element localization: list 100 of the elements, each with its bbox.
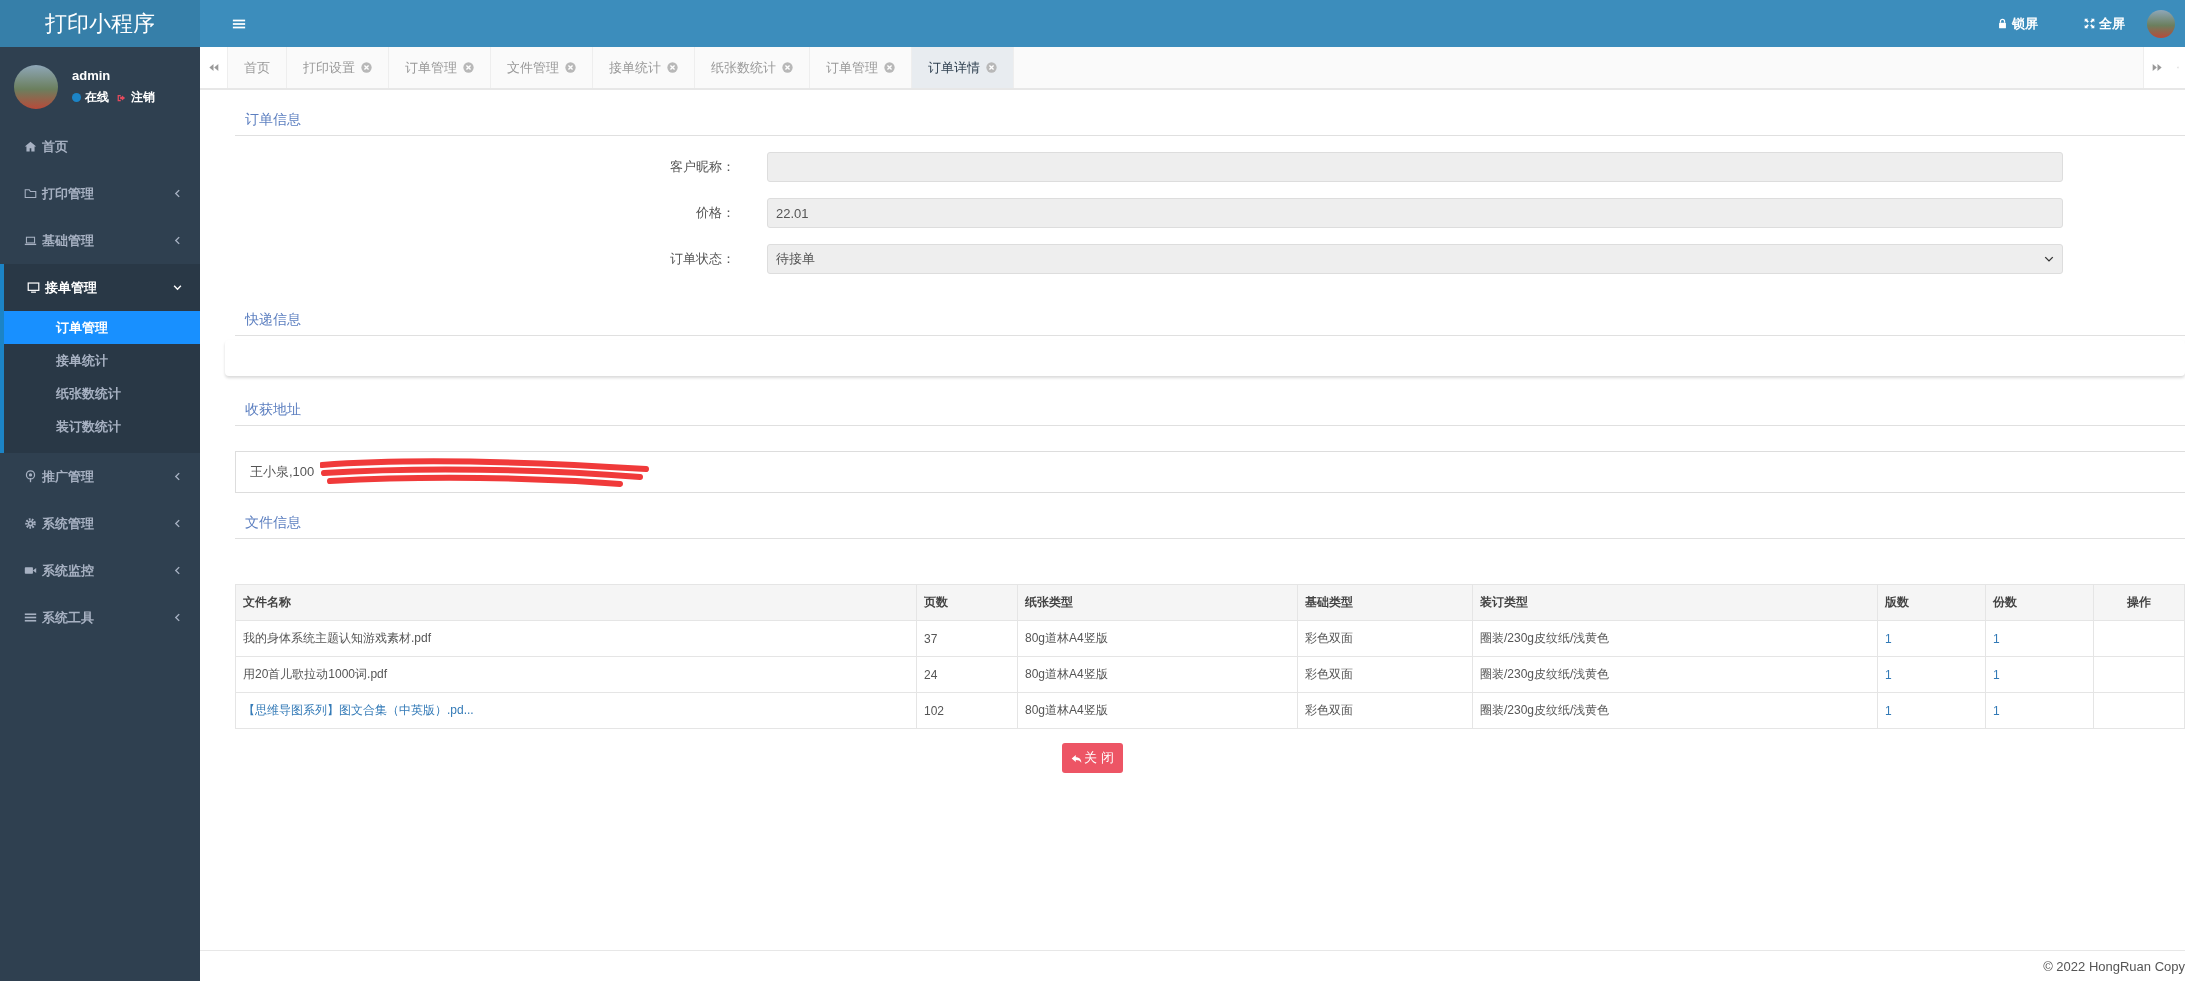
close-icon bbox=[463, 62, 474, 73]
double-right-icon bbox=[2152, 62, 2163, 73]
field-label: 客户昵称： bbox=[669, 158, 736, 176]
column-header: 操作 bbox=[2093, 584, 2185, 621]
user-name: admin bbox=[72, 68, 112, 83]
table-cell: 我的身体系统主题认知游戏素材.pdf bbox=[235, 620, 917, 657]
sidebar-item[interactable]: 接单管理 bbox=[4, 264, 200, 311]
table-cell: 圈装/230g皮纹纸/浅黄色 bbox=[1472, 620, 1878, 657]
table-cell: 24 bbox=[916, 656, 1018, 693]
column-header: 份数 bbox=[1985, 584, 2094, 621]
header-button[interactable]: 全屏 bbox=[2078, 13, 2131, 34]
chevron-left-icon bbox=[173, 566, 182, 575]
section-title: 收获地址 bbox=[235, 380, 2185, 426]
table-cell: 圈装/230g皮纹纸/浅黄色 bbox=[1472, 656, 1878, 693]
scroll-left-button[interactable] bbox=[200, 47, 228, 88]
sidebar-item[interactable]: 系统管理 bbox=[0, 500, 200, 547]
video-camera-icon bbox=[24, 564, 37, 577]
chevron-left-icon bbox=[173, 613, 182, 622]
table-cell: 102 bbox=[916, 692, 1018, 729]
table-cell: 用20首儿歌拉动1000词.pdf bbox=[235, 656, 917, 693]
settings-icon bbox=[24, 517, 37, 530]
table-cell: 彩色双面 bbox=[1297, 692, 1473, 729]
sidebar-subitem[interactable]: 纸张数统计 bbox=[4, 377, 200, 410]
column-header: 版数 bbox=[1877, 584, 1986, 621]
sidebar-item[interactable]: 首页 bbox=[0, 123, 200, 170]
app-title: 打印小程序 bbox=[0, 0, 200, 47]
tab[interactable]: 订单详情 bbox=[912, 47, 1014, 88]
reply-icon bbox=[1071, 752, 1082, 764]
sidebar-subitem[interactable]: 订单管理 bbox=[4, 311, 200, 344]
field-label: 价格： bbox=[695, 204, 736, 222]
sidebar-item[interactable]: 打印管理 bbox=[0, 170, 200, 217]
table-cell: 1 bbox=[1985, 656, 2094, 693]
table-cell: 圈装/230g皮纹纸/浅黄色 bbox=[1472, 692, 1878, 729]
field-label: 订单状态： bbox=[669, 250, 736, 268]
folder-icon bbox=[24, 187, 37, 200]
column-header: 文件名称 bbox=[235, 584, 917, 621]
close-icon bbox=[565, 62, 576, 73]
lock-icon bbox=[1997, 18, 2008, 29]
table-cell: 80g道林A4竖版 bbox=[1017, 692, 1298, 729]
tab[interactable]: 订单管理 bbox=[389, 47, 491, 88]
input-field[interactable]: 22.01 bbox=[767, 198, 2063, 228]
tab[interactable]: 打印设置 bbox=[287, 47, 389, 88]
table-cell: 1 bbox=[1877, 692, 1986, 729]
chevron-left-icon bbox=[173, 236, 182, 245]
tab[interactable]: 纸张数统计 bbox=[695, 47, 810, 88]
chevron-left-icon bbox=[173, 519, 182, 528]
table-cell: 彩色双面 bbox=[1297, 620, 1473, 657]
close-icon bbox=[667, 62, 678, 73]
section-title: 订单信息 bbox=[235, 90, 2185, 136]
input-field[interactable] bbox=[767, 152, 2063, 182]
table-cell: 1 bbox=[1985, 692, 2094, 729]
avatar-image bbox=[14, 65, 58, 109]
table-cell: 80g道林A4竖版 bbox=[1017, 620, 1298, 657]
sidebar-item[interactable]: 系统监控 bbox=[0, 547, 200, 594]
scroll-right-button[interactable] bbox=[2143, 47, 2171, 88]
table-cell: 1 bbox=[1985, 620, 2094, 657]
avatar-image[interactable] bbox=[2147, 9, 2175, 38]
menu-icon bbox=[24, 611, 37, 624]
close-icon bbox=[782, 62, 793, 73]
close-icon bbox=[361, 62, 372, 73]
copyright-text: © 2022 HongRuan Copy bbox=[2043, 958, 2185, 974]
laptop-icon bbox=[24, 234, 37, 247]
home-icon bbox=[24, 140, 37, 153]
table-cell: 1 bbox=[1877, 656, 1986, 693]
tab[interactable]: 首页 bbox=[228, 47, 287, 88]
section-title: 文件信息 bbox=[235, 493, 2185, 539]
sidebar-subitem[interactable]: 装订数统计 bbox=[4, 410, 200, 443]
table-cell: 彩色双面 bbox=[1297, 656, 1473, 693]
chevron-down-icon bbox=[173, 283, 182, 292]
header-button[interactable]: 锁屏 bbox=[1991, 13, 2044, 34]
address-text: 王小泉,100 bbox=[250, 463, 315, 481]
file-link[interactable]: 【思维导图系列】图文合集（中英版）.pd... bbox=[235, 692, 917, 729]
monitor-icon bbox=[27, 281, 40, 294]
sidebar-item[interactable]: 基础管理 bbox=[0, 217, 200, 264]
column-header: 纸张类型 bbox=[1017, 584, 1298, 621]
expand-icon bbox=[2084, 18, 2095, 29]
chevron-left-icon bbox=[173, 189, 182, 198]
table-cell: 37 bbox=[916, 620, 1018, 657]
logout-link[interactable]: 注销 bbox=[117, 89, 155, 106]
sidebar-subitem[interactable]: 接单统计 bbox=[4, 344, 200, 377]
sidebar-item[interactable]: 系统工具 bbox=[0, 594, 200, 641]
sign-out-icon bbox=[117, 92, 127, 103]
sidebar-item[interactable]: 推广管理 bbox=[0, 453, 200, 500]
double-left-icon bbox=[208, 62, 219, 73]
table-cell: 80g道林A4竖版 bbox=[1017, 656, 1298, 693]
column-header: 页数 bbox=[916, 584, 1018, 621]
status-select[interactable]: 待接单 bbox=[767, 244, 2063, 274]
close-button[interactable]: 关 闭 bbox=[1062, 743, 1123, 773]
chevron-left-icon bbox=[173, 472, 182, 481]
column-header: 装订类型 bbox=[1472, 584, 1878, 621]
column-header: 基础类型 bbox=[1297, 584, 1473, 621]
tab[interactable]: 文件管理 bbox=[491, 47, 593, 88]
status-link[interactable]: 在线 bbox=[72, 89, 109, 106]
map-pin-icon bbox=[24, 470, 37, 483]
close-icon bbox=[884, 62, 895, 73]
tab[interactable]: 接单统计 bbox=[593, 47, 695, 88]
caret-icon bbox=[2044, 254, 2054, 264]
table-cell: 1 bbox=[1877, 620, 1986, 657]
section-title: 快递信息 bbox=[235, 290, 2185, 336]
close-icon bbox=[986, 62, 997, 73]
